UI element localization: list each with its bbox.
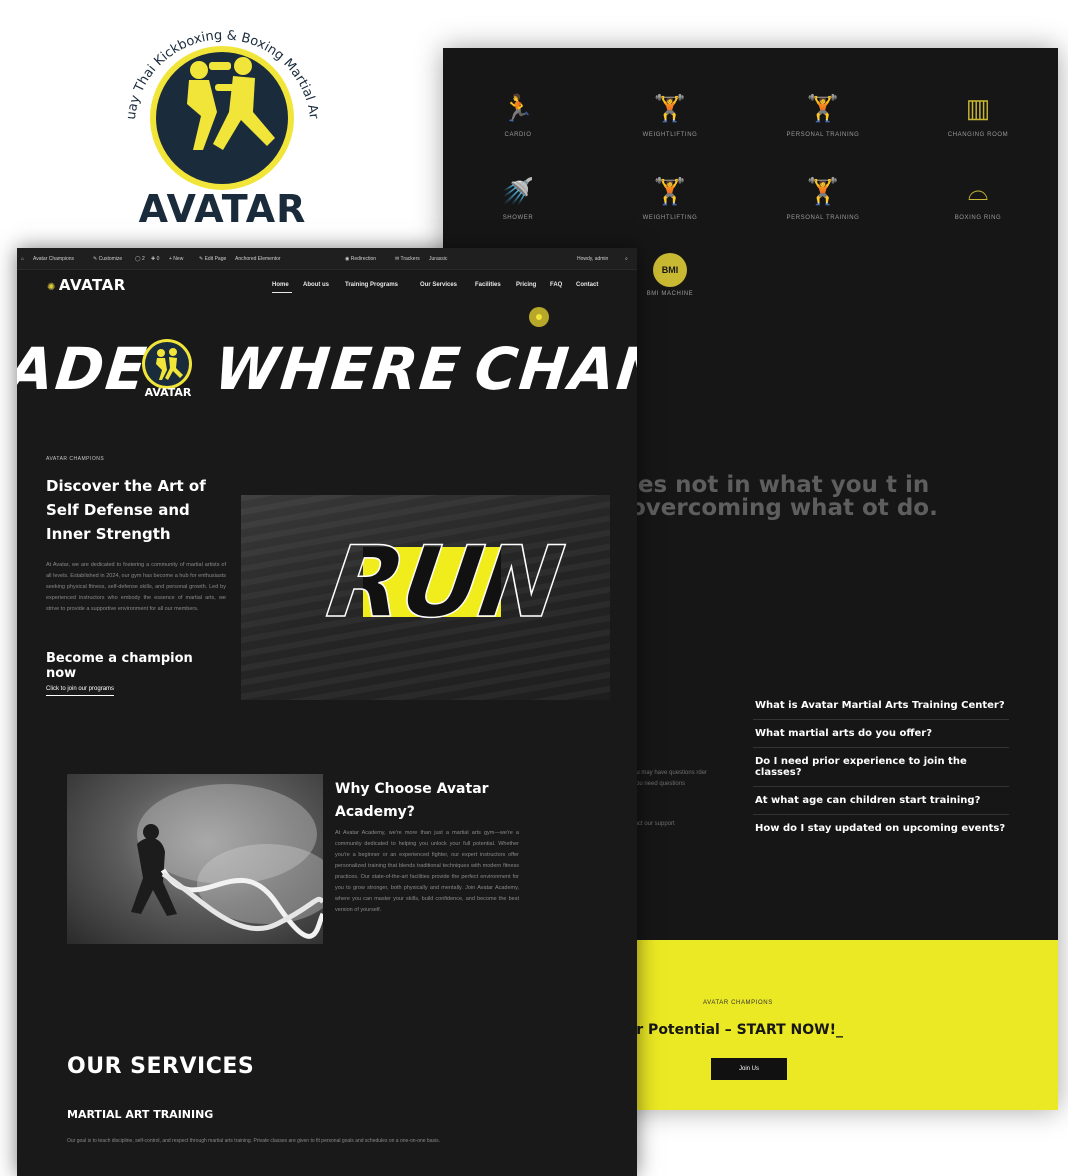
admin-bar-edit-page[interactable]: ✎ Edit Page — [199, 248, 226, 270]
facility-item: 🏋 PERSONAL TRAINING — [748, 171, 898, 221]
facility-item: 🏃 CARDIO — [443, 88, 593, 138]
marquee-banner: ADE AVATAR WHERE CHAN — [17, 332, 637, 412]
hero-kicker: AVATAR CHAMPIONS — [46, 456, 105, 462]
join-programs-link[interactable]: Click to join our programs — [46, 686, 115, 696]
become-champion-title: Become a champion now — [46, 651, 193, 681]
facility-item: ▥ CHANGING ROOM — [903, 88, 1053, 138]
weightlifting-icon: 🏋 — [653, 176, 687, 206]
bmi-icon: BMI — [653, 253, 687, 287]
facility-item: 🏋 WEIGHTLIFTING — [595, 171, 745, 221]
nav-our-services[interactable]: Our Services — [420, 282, 457, 288]
home-page-screenshot: ⌂ Avatar Champions ✎ Customize ◯ 2 ✚ 0 +… — [17, 248, 637, 1176]
nav-training-programs[interactable]: Training Programs — [345, 282, 398, 288]
personal-training-icon: 🏋 — [806, 93, 840, 123]
facility-item: ⌓ BOXING RING — [903, 171, 1053, 221]
marquee-word: CHAN — [471, 335, 637, 403]
nav-home[interactable]: Home — [272, 282, 289, 288]
service-body: Our goal is to teach discipline, self-co… — [67, 1138, 440, 1144]
facility-item: 🚿 SHOWER — [443, 171, 593, 221]
nav-about-us[interactable]: About us — [303, 282, 329, 288]
facility-label: BOXING RING — [954, 215, 1002, 221]
cta-kicker: AVATAR CHAMPIONS — [703, 1000, 773, 1006]
weightlifting-icon: 🏋 — [653, 93, 687, 123]
facility-item: 🏋 PERSONAL TRAINING — [748, 88, 898, 138]
why-choose-title: Why Choose Avatar Academy? — [335, 781, 489, 820]
facility-label: CHANGING ROOM — [947, 132, 1009, 138]
service-subtitle: MARTIAL ART TRAINING — [67, 1108, 214, 1121]
shower-icon: 🚿 — [501, 176, 535, 206]
admin-bar-lock-icon[interactable]: Jurassic — [429, 248, 447, 270]
logo-mark-icon: ✺ — [47, 282, 56, 293]
admin-bar-new[interactable]: + New — [169, 248, 183, 270]
admin-bar-trackers[interactable]: ✉ Trackers — [395, 248, 420, 270]
faq-support-link[interactable]: tact our support — [633, 821, 713, 827]
hero-title: Discover the Art of Self Defense and Inn… — [46, 477, 206, 543]
admin-bar-customize[interactable]: ✎ Customize — [93, 248, 122, 270]
hero-body: At Avatar, we are dedicated to fostering… — [46, 562, 226, 612]
battle-rope-image — [67, 774, 323, 944]
facility-label: SHOWER — [502, 215, 534, 221]
admin-bar-updates[interactable]: ◯ 2 — [135, 248, 145, 270]
site-logo[interactable]: ✺ AVATAR — [47, 276, 126, 294]
logo-wordmark: AVATAR — [138, 187, 307, 231]
facility-label: WEIGHTLIFTING — [642, 215, 698, 221]
nav-active-indicator — [272, 292, 292, 293]
locker-icon: ▥ — [965, 93, 991, 123]
faq-help-text: ou may have questions rder you need ques… — [633, 770, 708, 787]
facility-label: PERSONAL TRAINING — [786, 215, 860, 221]
wp-admin-bar: ⌂ Avatar Champions ✎ Customize ◯ 2 ✚ 0 +… — [17, 248, 637, 270]
faq-question[interactable]: Do I need prior experience to join the c… — [753, 756, 1009, 787]
personal-training-icon: 🏋 — [806, 176, 840, 206]
admin-bar-site[interactable]: Avatar Champions — [33, 248, 74, 270]
marquee-logo-text: AVATAR — [144, 386, 192, 399]
faq-question[interactable]: What is Avatar Martial Arts Training Cen… — [753, 700, 1009, 720]
admin-bar-comments[interactable]: ✚ 0 — [151, 248, 159, 270]
marquee-word: ADE — [17, 335, 152, 403]
faq-question[interactable]: What martial arts do you offer? — [753, 728, 1009, 748]
admin-bar-redirection[interactable]: ◉ Redirection — [345, 248, 376, 270]
cursor-dot — [529, 307, 549, 327]
facility-label: WEIGHTLIFTING — [642, 132, 698, 138]
faq-question[interactable]: At what age can children start training? — [753, 795, 1009, 815]
nav-faq[interactable]: FAQ — [550, 282, 562, 288]
services-title: OUR SERVICES — [67, 1054, 255, 1079]
marquee-logo-icon — [142, 339, 192, 389]
boxing-ring-icon: ⌓ — [967, 176, 989, 206]
run-hero-image: RUN RUN — [241, 495, 610, 700]
quote-text: ies not in what you t in overcoming what… — [630, 472, 938, 521]
nav-contact[interactable]: Contact — [576, 282, 598, 288]
facility-item: 🏋 WEIGHTLIFTING — [595, 88, 745, 138]
run-outline-text: RUN — [320, 525, 569, 641]
nav-facilities[interactable]: Facilities — [475, 282, 501, 288]
faq-list: What is Avatar Martial Arts Training Cen… — [753, 700, 1009, 850]
facility-label: PERSONAL TRAINING — [786, 132, 860, 138]
admin-bar-home-icon[interactable]: ⌂ — [21, 248, 24, 270]
faq-question[interactable]: How do I stay updated on upcoming events… — [753, 823, 1009, 842]
why-choose-body: At Avatar Academy, we're more than just … — [335, 830, 519, 913]
admin-bar-user[interactable]: Howdy, admin — [577, 248, 608, 270]
marquee-word: WHERE — [211, 335, 465, 403]
admin-bar-search-icon[interactable]: ⌕ — [625, 248, 628, 270]
treadmill-icon: 🏃 — [501, 93, 535, 123]
admin-bar-elementor[interactable]: Anchored Elementor — [235, 248, 281, 270]
nav-pricing[interactable]: Pricing — [516, 282, 536, 288]
facility-label: CARDIO — [504, 132, 532, 138]
join-us-button[interactable]: Join Us — [711, 1058, 787, 1080]
